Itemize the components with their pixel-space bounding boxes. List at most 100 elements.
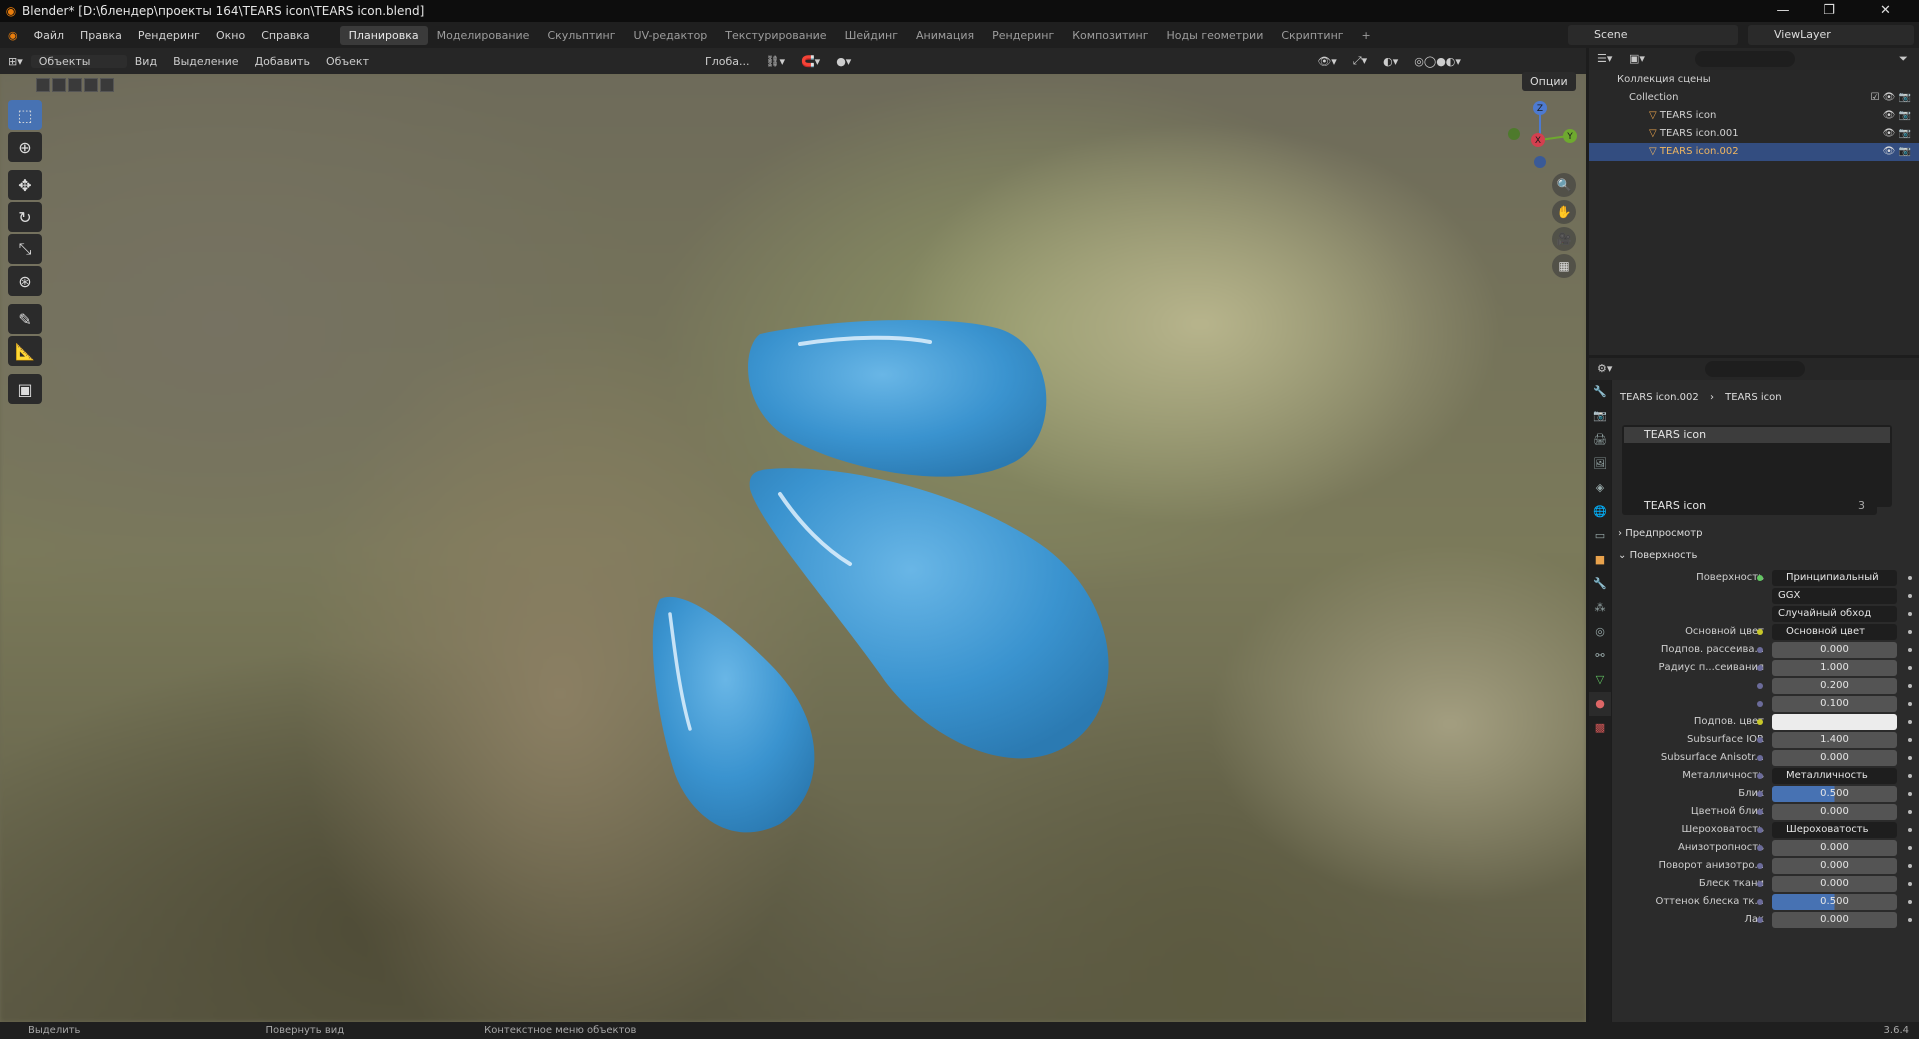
keyframe-dot-icon[interactable] (1908, 738, 1912, 742)
keyframe-dot-icon[interactable] (1908, 756, 1912, 760)
socket-dot-icon[interactable] (1757, 809, 1763, 815)
outliner-item[interactable]: ▽ TEARS icon 👁 📷 (1589, 107, 1919, 125)
socket-dot-icon[interactable] (1757, 827, 1763, 833)
workspace-tab[interactable]: UV-редактор (625, 26, 717, 45)
socket-dot-icon[interactable] (1757, 737, 1763, 743)
material-slot-list[interactable]: TEARS icon (1622, 425, 1892, 507)
add-workspace-icon[interactable]: + (1353, 26, 1380, 45)
outliner-item-selected[interactable]: ▽ TEARS icon.002 👁 📷 (1589, 143, 1919, 161)
socket-dot-icon[interactable] (1757, 575, 1763, 581)
keyframe-dot-icon[interactable] (1908, 684, 1912, 688)
transform-orientation[interactable]: Глоба... (697, 55, 757, 68)
socket-dot-icon[interactable] (1757, 773, 1763, 779)
keyframe-dot-icon[interactable] (1908, 648, 1912, 652)
menu-help[interactable]: Справка (253, 29, 317, 42)
mode-selector[interactable]: Объекты (30, 54, 127, 68)
property-value[interactable]: GGX (1772, 588, 1897, 604)
property-value[interactable]: 0.000 (1772, 804, 1897, 820)
output-tab-icon[interactable]: 🖨 (1589, 428, 1611, 452)
outliner-search-input[interactable] (1695, 51, 1795, 67)
rotate-tool-icon[interactable]: ↻ (8, 202, 42, 232)
property-value[interactable]: 0.500 (1772, 894, 1897, 910)
data-tab-icon[interactable]: ▽ (1589, 668, 1611, 692)
outliner-editor-icon[interactable]: ☰▾ (1597, 52, 1612, 65)
property-value[interactable]: Принципиальный BSDF (1772, 570, 1897, 599)
visibility-toggles[interactable]: 👁 📷 (1883, 125, 1911, 143)
property-value[interactable]: 0.000 (1772, 840, 1897, 856)
keyframe-dot-icon[interactable] (1908, 882, 1912, 886)
material-tab-icon[interactable]: ● (1589, 692, 1611, 716)
keyframe-dot-icon[interactable] (1908, 720, 1912, 724)
property-value[interactable]: 0.000 (1772, 750, 1897, 766)
texture-tab-icon[interactable]: ▩ (1589, 716, 1611, 740)
scale-tool-icon[interactable]: ⤡ (8, 234, 42, 264)
workspace-tab[interactable]: Анимация (907, 26, 983, 45)
overlay-icon[interactable]: ◐▾ (1375, 55, 1406, 68)
navigation-gizmo[interactable]: Z Y X (1500, 100, 1580, 180)
keyframe-dot-icon[interactable] (1908, 702, 1912, 706)
proportional-edit-icon[interactable]: ●▾ (828, 55, 859, 68)
keyframe-dot-icon[interactable] (1908, 810, 1912, 814)
editor-type-icon[interactable]: ⊞▾ (0, 55, 31, 68)
annotate-tool-icon[interactable]: ✎ (8, 304, 42, 334)
gizmo-toggle-icon[interactable]: ⤢▾ (1345, 54, 1375, 68)
keyframe-dot-icon[interactable] (1908, 846, 1912, 850)
view-layer-tab-icon[interactable]: 🖼 (1589, 452, 1611, 476)
socket-dot-icon[interactable] (1757, 899, 1763, 905)
workspace-tab[interactable]: Скульптинг (538, 26, 624, 45)
socket-dot-icon[interactable] (1757, 845, 1763, 851)
property-value[interactable]: 0.000 (1772, 876, 1897, 892)
teardrop-object-top[interactable] (748, 319, 1047, 477)
keyframe-dot-icon[interactable] (1908, 576, 1912, 580)
keyframe-dot-icon[interactable] (1908, 864, 1912, 868)
keyframe-dot-icon[interactable] (1908, 828, 1912, 832)
move-tool-icon[interactable]: ✥ (8, 170, 42, 200)
workspace-tab[interactable]: Шейдинг (836, 26, 907, 45)
menu-add[interactable]: Добавить (247, 55, 318, 68)
camera-icon[interactable]: 🎥 (1552, 227, 1576, 251)
filter-icon[interactable]: ⏷ (1899, 52, 1908, 66)
close-button[interactable]: ✕ (1852, 0, 1919, 22)
pivot-icon[interactable]: ⛓▾ (757, 55, 793, 68)
menu-view[interactable]: Вид (127, 55, 165, 68)
property-value[interactable]: 0.000 (1772, 912, 1897, 928)
property-value[interactable]: 0.100 (1772, 696, 1897, 712)
outliner-scene-collection[interactable]: Коллекция сцены (1589, 71, 1919, 89)
property-value[interactable]: Металличность (1772, 768, 1897, 784)
maximize-button[interactable]: ❐ (1806, 0, 1852, 22)
workspace-tab[interactable]: Композитинг (1063, 26, 1157, 45)
material-name-field[interactable]: TEARS icon 3 (1622, 497, 1877, 515)
shading-modes-icon[interactable]: ◎◯●◐▾ (1406, 55, 1469, 68)
display-mode-icon[interactable]: ▣▾ (1629, 52, 1645, 65)
property-value[interactable]: 0.000 (1772, 642, 1897, 658)
socket-dot-icon[interactable] (1757, 647, 1763, 653)
socket-dot-icon[interactable] (1757, 665, 1763, 671)
3d-viewport[interactable] (0, 74, 1586, 1022)
blender-menu-icon[interactable]: ◉ (0, 29, 26, 42)
viewlayer-selector[interactable]: ViewLayer (1748, 25, 1914, 45)
world-tab-icon[interactable]: 🌐 (1589, 500, 1611, 524)
workspace-tab[interactable]: Рендеринг (983, 26, 1063, 45)
collection-tab-icon[interactable]: ▭ (1589, 524, 1611, 548)
surface-section[interactable]: ⌄ Поверхность (1618, 546, 1913, 566)
constraints-tab-icon[interactable]: ⚯ (1589, 644, 1611, 668)
keyframe-dot-icon[interactable] (1908, 666, 1912, 670)
teardrop-object-bottom[interactable] (652, 596, 815, 833)
property-value[interactable]: Шероховатость (1772, 822, 1897, 838)
options-dropdown[interactable]: Опции (1522, 72, 1576, 91)
zoom-icon[interactable]: 🔍 (1552, 173, 1576, 197)
property-value[interactable]: 1.400 (1772, 732, 1897, 748)
material-slot[interactable]: TEARS icon (1624, 427, 1890, 443)
keyframe-dot-icon[interactable] (1908, 900, 1912, 904)
visibility-toggles[interactable]: ☑ 👁 📷 (1871, 89, 1911, 107)
property-value[interactable]: Случайный обход (1772, 606, 1897, 622)
minimize-button[interactable]: — (1760, 0, 1806, 22)
transform-tool-icon[interactable]: ⊛ (8, 266, 42, 296)
property-value[interactable] (1772, 714, 1897, 730)
keyframe-dot-icon[interactable] (1908, 792, 1912, 796)
cursor-tool-icon[interactable]: ⊕ (8, 132, 42, 162)
menu-window[interactable]: Окно (208, 29, 253, 42)
workspace-tab[interactable]: Текстурирование (716, 26, 835, 45)
visibility-icon[interactable]: 👁▾ (1309, 55, 1345, 68)
keyframe-dot-icon[interactable] (1908, 774, 1912, 778)
